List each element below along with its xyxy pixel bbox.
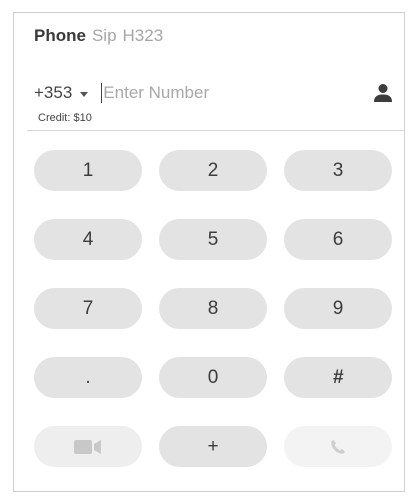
key-hash[interactable]: # <box>284 357 392 398</box>
number-input[interactable] <box>103 83 324 103</box>
key-9[interactable]: 9 <box>284 288 392 329</box>
key-2[interactable]: 2 <box>159 150 267 191</box>
country-code-dropdown[interactable]: +353 <box>34 83 89 103</box>
text-cursor <box>101 83 103 103</box>
video-call-button[interactable] <box>34 426 142 467</box>
tab-phone[interactable]: Phone <box>34 25 86 47</box>
tab-h323[interactable]: H323 <box>123 25 164 47</box>
key-5[interactable]: 5 <box>159 219 267 260</box>
number-entry-row: +353 <box>34 80 394 106</box>
plus-button[interactable]: + <box>159 426 267 467</box>
chevron-down-icon <box>80 91 89 97</box>
key-6[interactable]: 6 <box>284 219 392 260</box>
phone-handset-icon <box>331 439 345 454</box>
dialer-tabs: Phone Sip H323 <box>34 25 163 47</box>
key-8[interactable]: 8 <box>159 288 267 329</box>
divider <box>27 130 404 131</box>
key-4[interactable]: 4 <box>34 219 142 260</box>
key-1[interactable]: 1 <box>34 150 142 191</box>
person-icon <box>374 84 392 102</box>
key-7[interactable]: 7 <box>34 288 142 329</box>
country-code-label: +353 <box>34 83 73 102</box>
key-0[interactable]: 0 <box>159 357 267 398</box>
key-3[interactable]: 3 <box>284 150 392 191</box>
call-button[interactable] <box>284 426 392 467</box>
tab-sip[interactable]: Sip <box>92 25 117 47</box>
video-camera-icon <box>74 439 101 454</box>
key-dot[interactable]: . <box>34 357 142 398</box>
contacts-button[interactable] <box>372 82 394 104</box>
credit-balance: Credit: $10 <box>38 112 92 124</box>
dialer-panel: Phone Sip H323 +353 Credit: $10 1 2 3 4 … <box>13 12 405 492</box>
